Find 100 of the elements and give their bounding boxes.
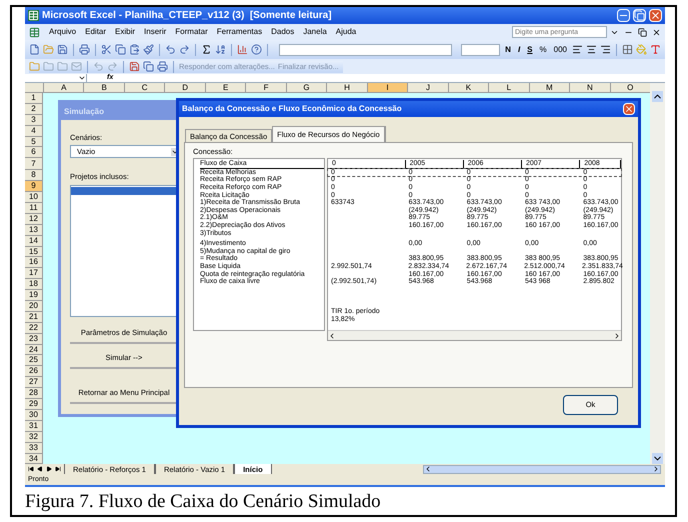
row-header[interactable]: 12 [25, 214, 43, 225]
fill-color-icon[interactable] [636, 44, 647, 55]
chart-icon[interactable] [236, 44, 248, 55]
row-header[interactable]: 29 [25, 399, 43, 410]
help-icon[interactable] [250, 44, 262, 55]
row-header[interactable]: 4 [25, 126, 43, 137]
borders-icon[interactable] [622, 44, 633, 55]
menu-item[interactable]: Dados [271, 26, 294, 38]
copy-icon[interactable] [114, 44, 126, 55]
menu-item[interactable]: Janela [303, 26, 327, 38]
column-header[interactable]: A [43, 83, 84, 92]
column-header[interactable]: D [164, 83, 205, 92]
minimize-icon[interactable] [617, 9, 630, 22]
vertical-scrollbar[interactable] [650, 83, 665, 464]
printer-icon[interactable] [78, 44, 90, 55]
row-header[interactable]: 24 [25, 344, 43, 356]
restore-icon[interactable] [638, 28, 647, 36]
spreadsheet-icon[interactable] [29, 26, 40, 38]
row-header[interactable]: 1 [25, 93, 43, 104]
menu-item[interactable]: Formatar [175, 26, 208, 38]
row-header[interactable]: 8 [25, 170, 43, 182]
column-header[interactable]: M [528, 83, 570, 92]
column-header[interactable]: G [286, 83, 326, 92]
scroll-right-icon[interactable] [613, 332, 621, 340]
column-header[interactable]: B [83, 83, 124, 92]
first-sheet-icon[interactable] [28, 466, 34, 472]
column-header[interactable]: C [124, 83, 164, 92]
menu-item[interactable]: Exibir [115, 26, 136, 38]
row-header[interactable]: 5 [25, 136, 43, 148]
scroll-down-icon[interactable] [652, 453, 663, 464]
row-header[interactable]: 28 [25, 388, 43, 400]
save-icon[interactable] [57, 44, 68, 55]
align-right-icon[interactable] [600, 44, 611, 55]
row-header[interactable]: 9 [25, 181, 43, 192]
align-center-icon[interactable] [586, 44, 597, 55]
row-header[interactable]: 16 [25, 257, 43, 268]
copy-icon[interactable] [143, 61, 154, 72]
column-header[interactable]: N [569, 83, 610, 92]
sort-icon[interactable] [214, 44, 226, 55]
row-header[interactable]: 25 [25, 355, 43, 366]
column-header[interactable]: J [407, 83, 448, 92]
column-header[interactable]: E [204, 83, 246, 92]
format-button[interactable]: 000 [552, 44, 569, 56]
save-icon[interactable] [129, 61, 140, 72]
column-header[interactable]: I [366, 83, 408, 92]
row-header[interactable]: 22 [25, 322, 43, 334]
row-header[interactable]: 21 [25, 312, 43, 323]
row-header[interactable]: 7 [25, 158, 43, 170]
row-header[interactable]: 15 [25, 246, 43, 258]
format-button[interactable]: % [538, 44, 549, 56]
scroll-left-icon[interactable] [424, 465, 432, 474]
font-name-field[interactable] [278, 44, 452, 56]
row-header[interactable]: 33 [25, 442, 43, 454]
menu-item[interactable]: Ferramentas [216, 26, 262, 38]
undo-icon[interactable] [164, 44, 176, 55]
column-header[interactable]: F [245, 83, 286, 92]
redo-icon[interactable] [178, 44, 190, 55]
row-header[interactable]: 32 [25, 432, 43, 443]
row-header[interactable]: 10 [25, 192, 43, 204]
row-header[interactable]: 31 [25, 420, 43, 432]
row-header[interactable]: 30 [25, 410, 43, 421]
horizontal-scrollbar[interactable] [328, 330, 621, 340]
row-header[interactable]: 27 [25, 377, 43, 388]
previous-sheet-icon[interactable] [37, 466, 43, 472]
paste-icon[interactable] [128, 44, 140, 55]
paintbrush-icon[interactable] [142, 44, 154, 55]
column-header[interactable]: L [488, 83, 529, 92]
row-header[interactable]: 20 [25, 301, 43, 312]
row-header[interactable]: 6 [25, 147, 43, 158]
row-header[interactable]: 13 [25, 224, 43, 236]
format-button[interactable]: I [516, 44, 522, 56]
menu-item[interactable]: Arquivo [49, 26, 76, 38]
printer-icon[interactable] [157, 61, 168, 72]
last-sheet-icon[interactable] [55, 466, 61, 472]
row-header[interactable]: 18 [25, 279, 43, 290]
format-button[interactable]: S [525, 44, 535, 56]
row-header[interactable]: 2 [25, 104, 43, 115]
close-icon[interactable] [652, 28, 661, 36]
menu-item[interactable]: Inserir [144, 26, 166, 38]
font-size-field[interactable] [460, 44, 500, 56]
row-header[interactable]: 34 [25, 454, 43, 464]
new-file-icon[interactable] [29, 44, 40, 55]
column-header[interactable]: K [448, 83, 488, 92]
row-header[interactable]: 26 [25, 366, 43, 378]
format-button[interactable]: N [503, 44, 513, 56]
sum-icon[interactable] [200, 44, 212, 55]
menu-item[interactable]: Ajuda [336, 26, 356, 38]
menu-item[interactable]: Editar [85, 26, 106, 38]
scissors-icon[interactable] [100, 44, 112, 55]
row-header[interactable]: 3 [25, 114, 43, 126]
font-color-icon[interactable] [650, 44, 661, 55]
next-sheet-icon[interactable] [46, 466, 52, 472]
scroll-right-icon[interactable] [652, 465, 660, 474]
scroll-up-icon[interactable] [652, 91, 663, 102]
row-header[interactable]: 11 [25, 203, 43, 214]
align-left-icon[interactable] [572, 44, 583, 55]
scroll-left-icon[interactable] [328, 332, 336, 340]
row-header[interactable]: 14 [25, 236, 43, 247]
row-header[interactable]: 19 [25, 290, 43, 302]
row-header[interactable]: 17 [25, 268, 43, 280]
